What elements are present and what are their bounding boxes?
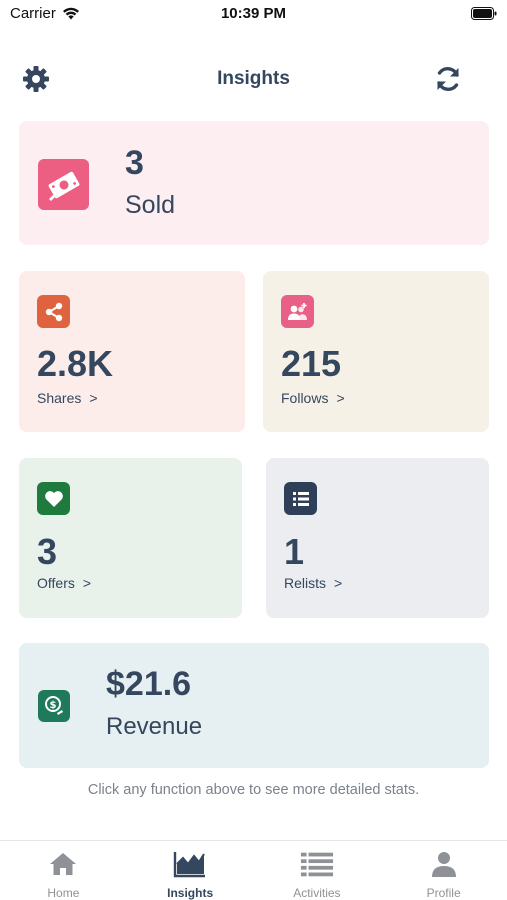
follows-card[interactable]: 215 Follows > — [263, 271, 489, 432]
shares-label: Shares — [37, 390, 82, 406]
tab-profile-label: Profile — [426, 886, 461, 900]
shares-count: 2.8K — [37, 343, 114, 384]
svg-text:$: $ — [50, 700, 57, 711]
offers-card[interactable]: 3 Offers > — [19, 458, 242, 618]
person-icon — [431, 852, 456, 877]
relists-link[interactable]: Relists > — [284, 575, 342, 591]
follows-link[interactable]: Follows > — [281, 390, 345, 406]
refresh-icon — [437, 67, 459, 91]
offers-icon-box — [37, 482, 70, 515]
follow-user-icon — [287, 302, 307, 320]
offers-count: 3 — [37, 531, 58, 572]
refresh-button[interactable] — [432, 63, 464, 95]
insights-screen: Carrier 10:39 PM Insights 3 Sold 2.8K Sh… — [0, 0, 507, 900]
chevron-right-icon: > — [334, 575, 343, 591]
relists-icon-box — [284, 482, 317, 515]
chart-icon — [173, 852, 206, 878]
tab-activities-label: Activities — [293, 886, 341, 900]
tab-home-label: Home — [47, 886, 80, 900]
chevron-right-icon: > — [336, 390, 345, 406]
offers-label: Offers — [37, 575, 75, 591]
chevron-right-icon: > — [82, 575, 92, 591]
sold-label: Sold — [125, 191, 176, 219]
status-bar: Carrier 10:39 PM — [0, 0, 507, 30]
tab-profile[interactable]: Profile — [380, 841, 507, 900]
list-icon — [292, 491, 309, 506]
sold-icon-box — [38, 159, 89, 210]
relists-count: 1 — [284, 531, 305, 572]
relists-label: Relists — [284, 575, 327, 591]
tab-insights-label: Insights — [167, 886, 214, 900]
clock: 10:39 PM — [220, 5, 287, 22]
follows-count: 215 — [281, 343, 342, 384]
chevron-right-icon: > — [89, 390, 98, 406]
dollar-icon: $ — [45, 696, 63, 715]
shares-link[interactable]: Shares > — [37, 390, 98, 406]
sold-card[interactable]: 3 Sold — [19, 121, 489, 245]
tab-home[interactable]: Home — [0, 841, 127, 900]
list-icon — [300, 852, 333, 877]
shares-icon-box — [37, 295, 70, 328]
sold-count: 3 — [125, 144, 144, 182]
battery-icon — [471, 7, 497, 20]
revenue-card[interactable]: $ $21.6 Revenue — [19, 643, 489, 768]
tab-activities[interactable]: Activities — [254, 841, 381, 900]
tab-bar: Home Insights Activities Profile — [0, 840, 507, 900]
follows-icon-box — [281, 295, 314, 328]
nav-header: Insights — [0, 55, 507, 105]
page-title: Insights — [217, 68, 290, 89]
follows-label: Follows — [281, 390, 329, 406]
money-icon — [48, 171, 79, 201]
heart-icon — [44, 490, 63, 507]
hint-text: Click any function above to see more det… — [87, 782, 420, 798]
tab-insights[interactable]: Insights — [127, 841, 254, 900]
relists-card[interactable]: 1 Relists > — [266, 458, 489, 618]
revenue-icon-box: $ — [38, 690, 70, 722]
home-icon — [50, 853, 77, 875]
offers-link[interactable]: Offers > — [37, 575, 91, 591]
share-icon — [45, 302, 62, 321]
shares-card[interactable]: 2.8K Shares > — [19, 271, 245, 432]
revenue-amount: $21.6 — [106, 665, 192, 703]
revenue-label: Revenue — [106, 713, 203, 740]
